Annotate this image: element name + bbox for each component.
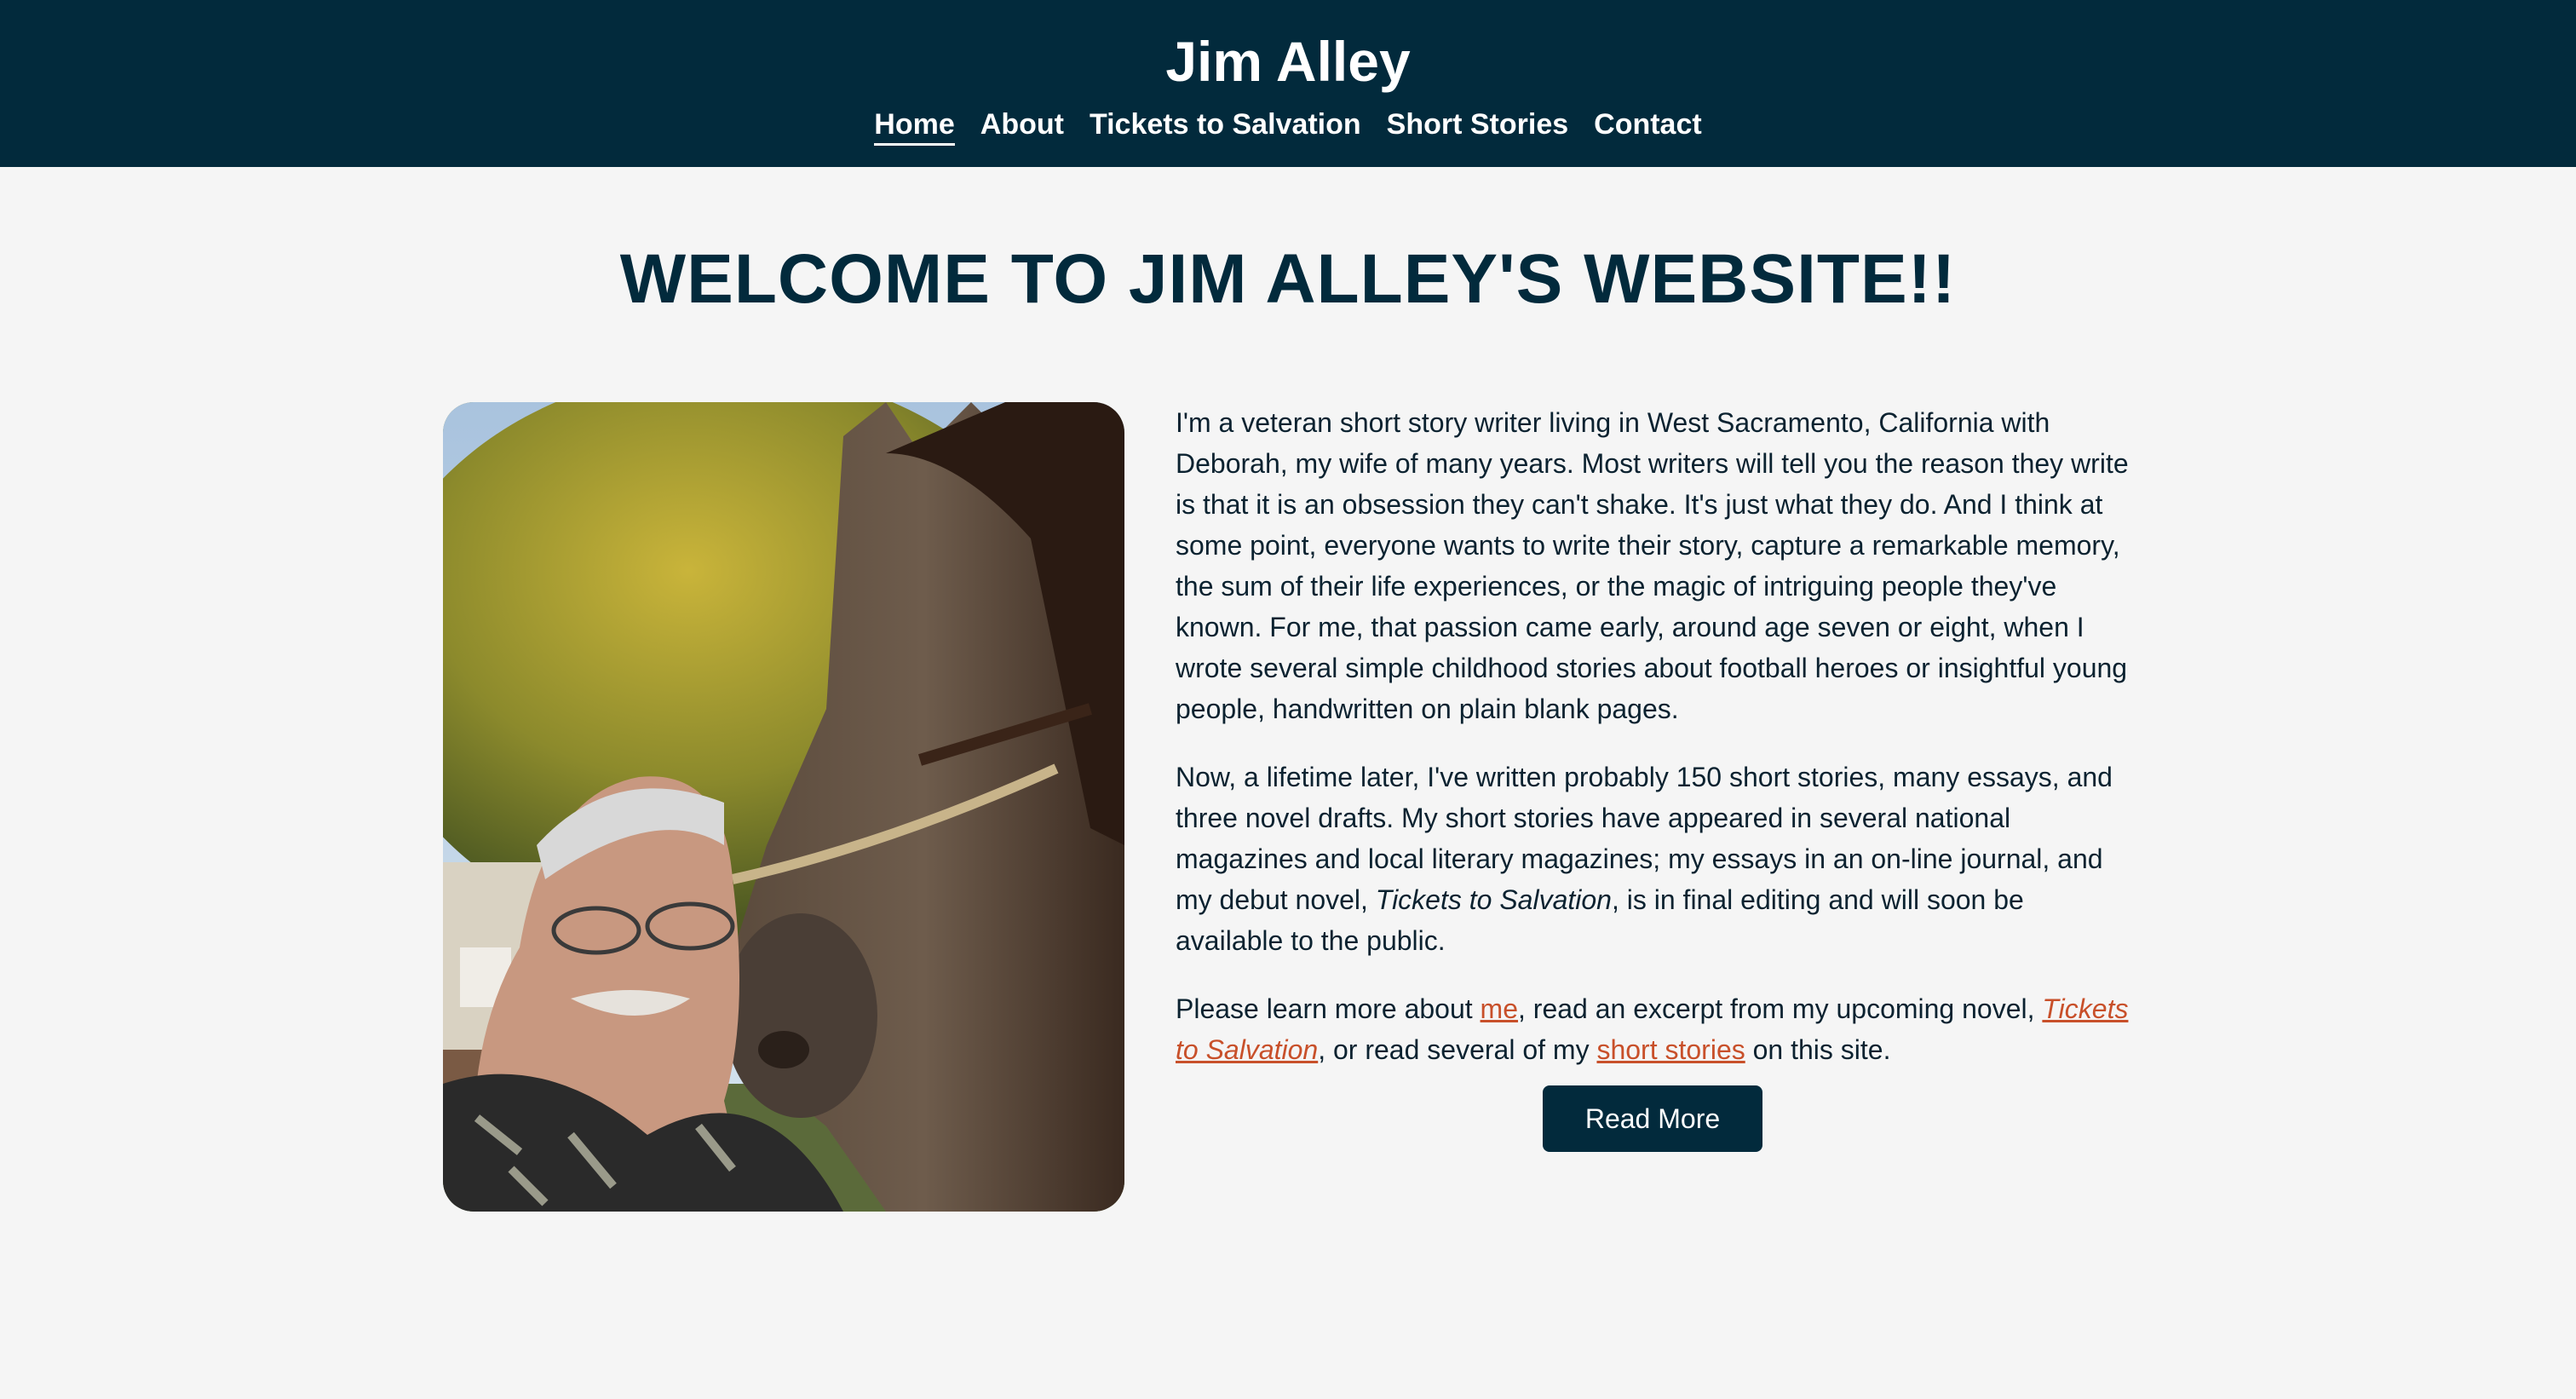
- novel-title: Tickets to Salvation: [1375, 884, 1612, 915]
- nav-about[interactable]: About: [980, 106, 1064, 146]
- site-header: Jim Alley Home About Tickets to Salvatio…: [0, 0, 2576, 167]
- intro-paragraph-1: I'm a veteran short story writer living …: [1176, 407, 2129, 724]
- intro-paragraph-2: Now, a lifetime later, I've written prob…: [1176, 757, 2130, 961]
- paragraph-3-text-2: , read an excerpt from my upcoming novel…: [1518, 993, 2043, 1024]
- paragraph-3-text-3: , or read several of my: [1318, 1034, 1597, 1065]
- intro-section: I'm a veteran short story writer living …: [443, 402, 2130, 1212]
- nav-contact[interactable]: Contact: [1594, 106, 1702, 146]
- author-with-horse-photo: [443, 402, 1124, 1212]
- read-more-wrapper: Read More: [1176, 1085, 2130, 1152]
- nav-home[interactable]: Home: [874, 106, 955, 146]
- main-nav: Home About Tickets to Salvation Short St…: [874, 106, 1702, 146]
- paragraph-3-text-1: Please learn more about: [1176, 993, 1481, 1024]
- site-title[interactable]: Jim Alley: [1165, 26, 1410, 97]
- nav-short-stories[interactable]: Short Stories: [1387, 106, 1568, 146]
- welcome-heading: WELCOME TO JIM ALLEY'S WEBSITE!!: [619, 240, 1957, 318]
- intro-text: I'm a veteran short story writer living …: [1176, 402, 2130, 1212]
- link-short-stories[interactable]: short stories: [1596, 1034, 1745, 1065]
- read-more-button[interactable]: Read More: [1543, 1085, 1762, 1152]
- link-me[interactable]: me: [1481, 993, 1518, 1024]
- paragraph-3-text-4: on this site.: [1745, 1034, 1891, 1065]
- nav-tickets-to-salvation[interactable]: Tickets to Salvation: [1090, 106, 1361, 146]
- intro-paragraph-3: Please learn more about me, read an exce…: [1176, 988, 2130, 1070]
